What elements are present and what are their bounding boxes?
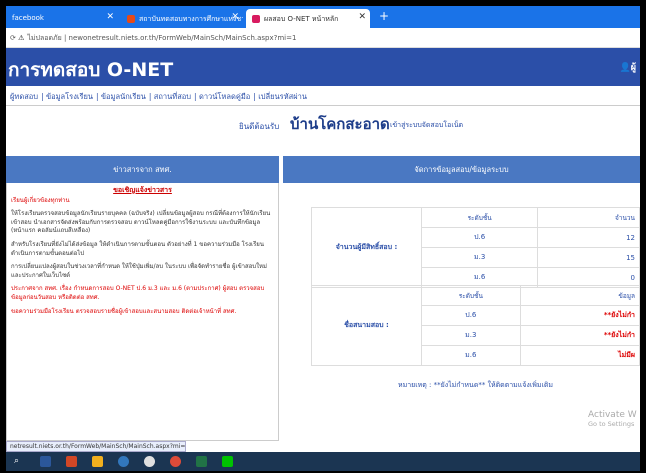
favicon-icon — [127, 15, 135, 23]
nav-item-manual[interactable]: ดาวน์โหลดคู่มือ — [199, 92, 250, 101]
close-icon[interactable]: ✕ — [106, 12, 114, 22]
site-header: การทดสอบ O-NET 👤ผู้ — [6, 48, 640, 86]
welcome-banner: ยินดีต้อนรับ บ้านโคกสะอาด เข้าสู่ระบบจัด… — [6, 106, 640, 141]
activation-sub: Go to Settings — [588, 420, 635, 428]
user-icon: 👤 — [619, 63, 631, 73]
user-label: ผู้ — [630, 63, 636, 73]
news-paragraph: ประกาศจาก สทศ. เรื่อง กำหนดการสอบ O-NET … — [11, 285, 265, 301]
tab-facebook[interactable]: facebook ✕ — [6, 9, 118, 28]
news-paragraph: ให้โรงเรียนตรวจสอบข้อมูลนักเรียนรายบุคคล… — [11, 210, 271, 235]
security-label: ไม่ปลอดภัย — [27, 34, 62, 42]
tab-label: facebook — [12, 14, 44, 22]
level-cell: ม.3 — [421, 325, 521, 346]
excel-icon[interactable] — [196, 456, 207, 467]
news-paragraph: การเปลี่ยนแปลงผู้สอบในช่วงเวลาที่กำหนด ใ… — [11, 263, 267, 279]
browser-tabbar: facebook ✕ สถาบันทดสอบทางการศึกษาแห่งชาต… — [6, 6, 640, 28]
favicon-icon — [252, 15, 260, 23]
windows-activation-notice: Activate W Go to Settings — [588, 410, 637, 428]
eligible-table: จำนวนผู้มีสิทธิ์สอบ : ระดับชั้น จำนวน ป.… — [311, 207, 640, 288]
venue-cell: **ยังไม่กำ — [519, 305, 641, 326]
main-nav: ผู้ทดสอบ | ข้อมูลโรงเรียน | ข้อมูลนักเรียน… — [6, 86, 640, 106]
exam-info-panel: จำนวนผู้มีสิทธิ์สอบ : ระดับชั้น จำนวน ป.… — [283, 183, 641, 441]
tab-label: สถาบันทดสอบทางการศึกษาแห่งชาติ ( — [139, 15, 243, 23]
col-header: ระดับชั้น — [420, 207, 539, 228]
powerpoint-icon[interactable] — [66, 456, 77, 467]
level-cell: ป.6 — [420, 227, 539, 248]
chrome-icon[interactable] — [144, 456, 155, 467]
tab-niets[interactable]: สถาบันทดสอบทางการศึกษาแห่งชาติ ( ✕ — [121, 9, 243, 28]
user-menu[interactable]: 👤ผู้ — [620, 60, 637, 74]
chrome2-icon[interactable] — [170, 456, 181, 467]
nav-item-password[interactable]: เปลี่ยนรหัสผ่าน — [258, 92, 307, 101]
address-bar[interactable]: ⟳ ⚠ ไม่ปลอดภัย | newonetresult.niets.or.t… — [6, 28, 640, 48]
count-cell: 12 — [537, 227, 640, 248]
page-title: การทดสอบ O-NET — [8, 59, 174, 81]
activation-title: Activate W — [588, 410, 637, 420]
panel-note: หมายเหตุ : **ยังไม่กำหนด** ให้ติดตามแจ้ง… — [397, 381, 554, 389]
edge-icon[interactable] — [118, 456, 129, 467]
news-paragraph: เรียนผู้เกี่ยวข้องทุกท่าน — [11, 196, 70, 204]
files-icon[interactable] — [92, 456, 103, 467]
venue-cell: ไม่มีผ — [519, 345, 641, 366]
news-title: ขอเชิญแจ้งข่าวสาร — [113, 186, 172, 194]
panel-heading: จัดการข้อมูลสอบ/ข้อมูลระบบ — [283, 156, 640, 183]
tab-onet[interactable]: ผลสอบ O-NET หน้าหลัก ✕ — [246, 9, 370, 28]
news-heading: ข่าวสารจาก สทศ. — [6, 156, 279, 183]
venue-table: ชื่อสนามสอบ : ระดับชั้น ข้อมูล ป.6 **ยังไ… — [311, 285, 641, 366]
level-cell: ม.3 — [420, 247, 539, 268]
nav-item-tester[interactable]: ผู้ทดสอบ — [10, 92, 38, 101]
screen: facebook ✕ สถาบันทดสอบทางการศึกษาแห่งชาต… — [0, 0, 646, 473]
word-icon[interactable] — [40, 456, 51, 467]
news-paragraph: ขอความร่วมมือโรงเรียน ตรวจสอบรายชื่อผู้เ… — [11, 307, 237, 315]
eligible-label: จำนวนผู้มีสิทธิ์สอบ : — [311, 207, 422, 288]
welcome-prefix: ยินดีต้อนรับ — [239, 122, 280, 131]
welcome-suffix: เข้าสู่ระบบจัดสอบโอเน็ต — [390, 121, 464, 129]
level-cell: ม.6 — [421, 345, 521, 366]
url-text: newonetresult.niets.or.th/FormWeb/MainSc… — [68, 34, 297, 42]
count-cell: 15 — [537, 247, 640, 268]
venue-cell: **ยังไม่กำ — [519, 325, 641, 346]
col-header: ข้อมูล — [519, 285, 641, 306]
col-header: จำนวน — [537, 207, 640, 228]
close-icon[interactable]: ✕ — [231, 12, 239, 22]
nav-item-venue[interactable]: สถานที่สอบ — [154, 92, 191, 101]
reload-icon[interactable]: ⟳ — [10, 34, 16, 42]
status-url: netresult.niets.or.th/FormWeb/MainSch/Ma… — [6, 441, 186, 452]
level-cell: ป.6 — [421, 305, 521, 326]
school-name: บ้านโคกสะอาด — [290, 115, 390, 133]
nav-item-school[interactable]: ข้อมูลโรงเรียน — [46, 92, 93, 101]
news-paragraph: สำหรับโรงเรียนที่ยังไม่ได้ส่งข้อมูล ให้ด… — [11, 240, 264, 257]
line-icon[interactable] — [222, 456, 233, 467]
col-header: ระดับชั้น — [421, 285, 521, 306]
warning-icon[interactable]: ⚠ — [18, 34, 24, 42]
nav-item-student[interactable]: ข้อมูลนักเรียน — [101, 92, 146, 101]
close-icon[interactable]: ✕ — [358, 12, 366, 22]
venue-label: ชื่อสนามสอบ : — [311, 285, 422, 366]
search-icon[interactable]: ⌕ — [14, 456, 25, 467]
news-box[interactable]: ขอเชิญแจ้งข่าวสาร เรียนผู้เกี่ยวข้องทุกท… — [6, 183, 279, 441]
tab-label: ผลสอบ O-NET หน้าหลัก — [264, 15, 339, 23]
plus-icon[interactable]: + — [379, 9, 389, 23]
taskbar: ⌕ — [6, 452, 640, 471]
